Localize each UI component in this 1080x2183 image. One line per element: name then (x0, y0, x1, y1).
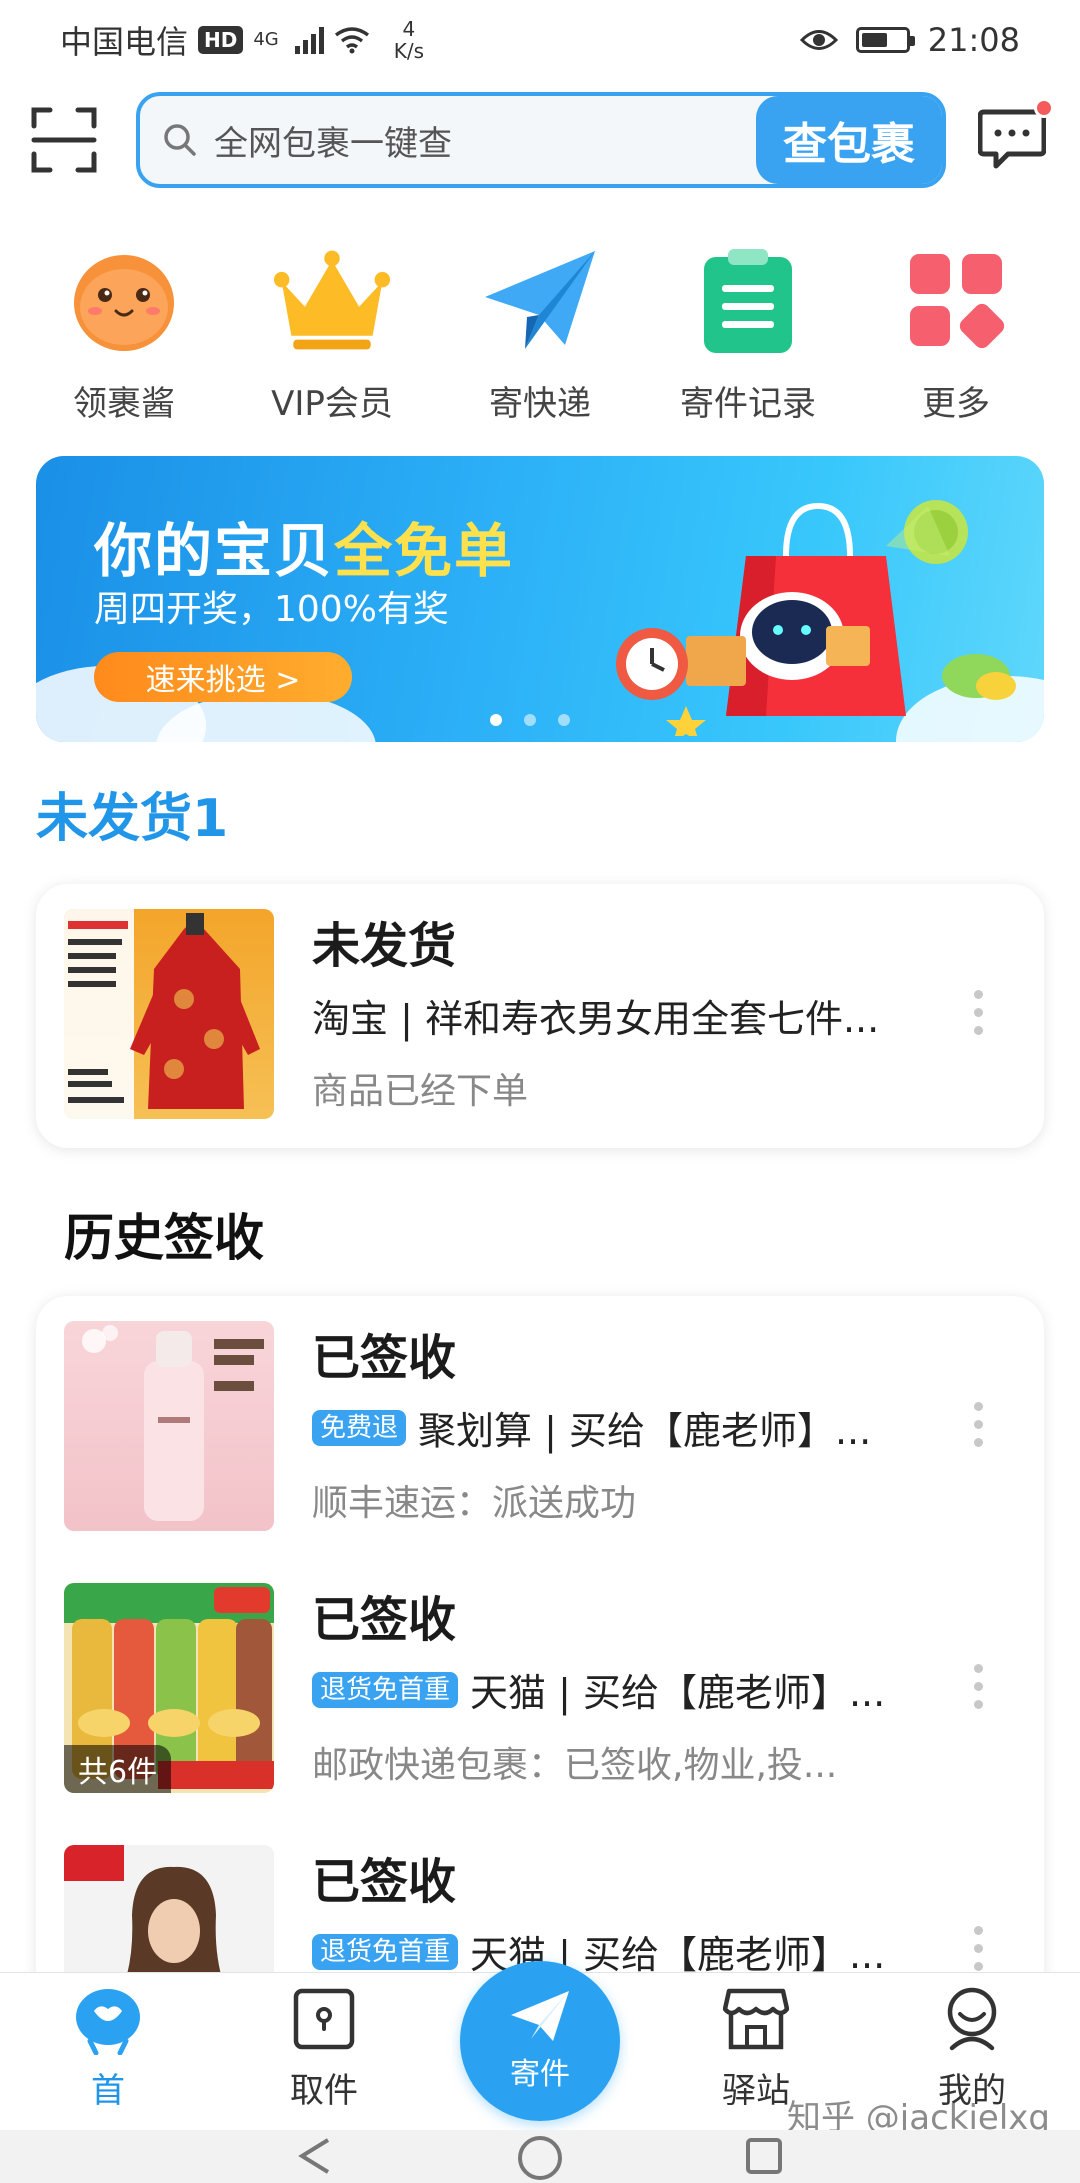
package-item[interactable]: 已签收 免费退 聚划算 | 买给【鹿老师】... 顺丰速运：派送成功 (36, 1296, 1044, 1531)
nav-home[interactable]: 首 (38, 1983, 178, 2112)
more-options-icon[interactable] (974, 990, 984, 1035)
menu-label: 寄快递 (489, 384, 591, 424)
carrier-label: 中国电信 (60, 23, 189, 61)
package-detail: 退货免首重 天猫 | 买给【鹿老师】... (312, 1924, 885, 1979)
mascot-icon (74, 255, 174, 351)
unread-dot (1034, 98, 1054, 118)
quick-menu: 领裹酱 VIP会员 寄快递 寄件记录 更多 (0, 240, 1080, 430)
messages-button[interactable] (977, 98, 1054, 170)
return-shipping-tag: 退货免首重 (312, 1933, 459, 1970)
chat-icon (977, 109, 1047, 169)
menu-label: 领裹酱 (73, 384, 175, 424)
search-icon (164, 124, 196, 156)
scan-button[interactable] (30, 106, 98, 174)
eye-icon (799, 30, 838, 50)
nav-send-button[interactable]: 寄件 (460, 1961, 620, 2121)
history-section-title: 历史签收 (64, 1209, 264, 1267)
scan-icon (31, 107, 97, 173)
item-count-badge: 共6件 (64, 1745, 172, 1793)
menu-item-more[interactable]: 更多 (866, 240, 1046, 430)
paper-plane-icon (485, 251, 595, 349)
search-bar[interactable]: 全网包裹一键查 查包裹 (136, 92, 946, 188)
menu-item-vip[interactable]: VIP会员 (242, 240, 422, 430)
shopping-bag-illustration (616, 500, 1016, 736)
hd-badge: HD (198, 26, 244, 54)
free-return-tag: 免费退 (312, 1409, 407, 1446)
store-icon (723, 1988, 789, 2050)
menu-label: 更多 (922, 384, 990, 424)
menu-label: VIP会员 (271, 384, 393, 424)
package-note: 顺丰速运：派送成功 (312, 1483, 637, 1524)
home-mascot-icon (76, 1989, 140, 2055)
package-item[interactable]: 未发货 淘宝 | 祥和寿衣男女用全套七件... 商品已经下单 (36, 884, 1044, 1119)
product-thumbnail (64, 909, 274, 1119)
banner-pagination (490, 714, 570, 726)
promo-banner[interactable]: 你的宝贝全免单 周四开奖，100%有奖 速来挑选 > (36, 456, 1044, 742)
paper-plane-icon (511, 1991, 569, 2041)
package-note: 商品已经下单 (312, 1071, 529, 1112)
grid-icon (910, 254, 1005, 349)
pagination-dot (524, 714, 536, 726)
net-speed: 4 K/s (393, 17, 425, 63)
signal-icon (294, 26, 324, 54)
crown-icon (273, 250, 391, 350)
recents-icon (746, 2138, 782, 2174)
locker-icon (293, 1988, 355, 2050)
more-options-icon[interactable] (974, 1664, 984, 1709)
nav-pickup-label: 取件 (290, 2071, 358, 2111)
package-status: 已签收 (312, 1854, 457, 1910)
package-detail: 免费退 聚划算 | 买给【鹿老师】... (312, 1400, 871, 1455)
track-package-button[interactable]: 查包裹 (756, 96, 942, 184)
menu-item-send-history[interactable]: 寄件记录 (658, 240, 838, 430)
history-package-card: 已签收 免费退 聚划算 | 买给【鹿老师】... 顺丰速运：派送成功 共6件 已… (36, 1296, 1044, 2056)
clipboard-icon (704, 249, 792, 353)
banner-cta-button[interactable]: 速来挑选 > (94, 652, 352, 702)
package-status: 已签收 (312, 1330, 457, 1386)
search-header: 全网包裹一键查 查包裹 (0, 90, 1080, 190)
product-thumbnail: 共6件 (64, 1583, 274, 1793)
network-type: 4G (253, 29, 279, 50)
nav-home-label: 首 (91, 2071, 125, 2111)
package-detail: 淘宝 | 祥和寿衣男女用全套七件... (312, 997, 880, 1041)
nav-send-label: 寄件 (510, 2057, 570, 2092)
banner-title: 你的宝贝全免单 (94, 517, 515, 585)
pagination-dot (558, 714, 570, 726)
profile-icon (947, 1987, 997, 2051)
more-options-icon[interactable] (974, 1402, 984, 1447)
package-status: 未发货 (312, 918, 457, 974)
nav-pickup[interactable]: 取件 (254, 1983, 394, 2112)
return-shipping-tag: 退货免首重 (312, 1671, 459, 1708)
menu-label: 寄件记录 (680, 384, 816, 424)
menu-item-send-express[interactable]: 寄快递 (450, 240, 630, 430)
banner-subtitle: 周四开奖，100%有奖 (94, 589, 449, 630)
nav-station-label: 驿站 (722, 2071, 790, 2111)
system-nav-bar (0, 2130, 1080, 2183)
package-detail: 退货免首重 天猫 | 买给【鹿老师】... (312, 1662, 885, 1717)
package-item[interactable]: 共6件 已签收 退货免首重 天猫 | 买给【鹿老师】... 邮政快递包裹：已签收… (36, 1558, 1044, 1793)
wifi-icon (334, 27, 369, 54)
status-bar: 中国电信 HD 4G 4 K/s 21:08 (0, 0, 1080, 80)
more-options-icon[interactable] (974, 1926, 984, 1971)
package-status: 已签收 (312, 1592, 457, 1648)
search-input[interactable]: 全网包裹一键查 (214, 116, 756, 165)
back-icon (298, 2138, 330, 2174)
pending-section-title: 未发货1 (36, 789, 229, 849)
pending-package-card[interactable]: 未发货 淘宝 | 祥和寿衣男女用全套七件... 商品已经下单 (36, 884, 1044, 1148)
home-circle-icon (518, 2136, 562, 2180)
pagination-dot-active (490, 714, 502, 726)
package-note: 邮政快递包裹：已签收,物业,投... (312, 1745, 838, 1786)
battery-icon (855, 27, 915, 53)
clock: 21:08 (927, 21, 1020, 59)
menu-item-mascot[interactable]: 领裹酱 (34, 240, 214, 430)
product-thumbnail (64, 1321, 274, 1531)
